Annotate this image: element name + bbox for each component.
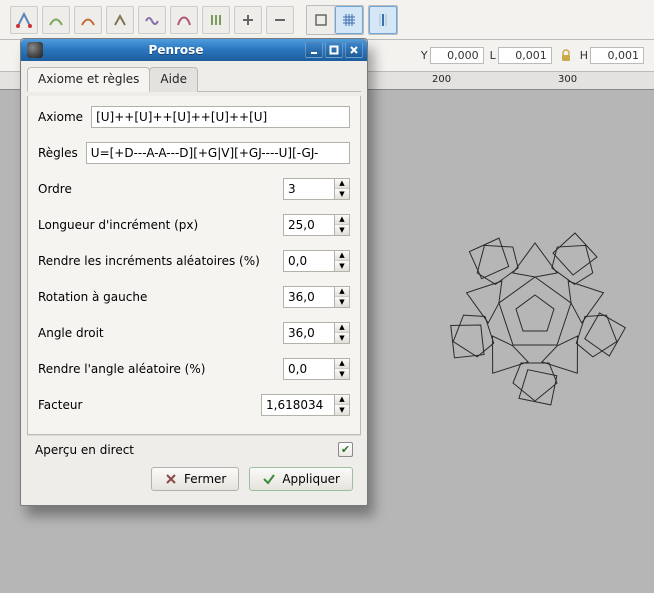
window-title: Penrose bbox=[47, 43, 305, 57]
tabs: Axiome et règles Aide bbox=[27, 67, 361, 92]
lock-icon[interactable] bbox=[558, 48, 574, 64]
spin-up-icon[interactable]: ▲ bbox=[335, 359, 349, 369]
status-l-label: L bbox=[490, 49, 496, 62]
status-h-value[interactable]: 0,001 bbox=[590, 47, 644, 64]
view-toggle-group-a bbox=[306, 5, 364, 35]
increment-spin[interactable]: ▲▼ bbox=[283, 214, 350, 236]
tab-axiom-rules[interactable]: Axiome et règles bbox=[27, 67, 150, 92]
left-rotation-spin[interactable]: ▲▼ bbox=[283, 286, 350, 308]
right-angle-spin[interactable]: ▲▼ bbox=[283, 322, 350, 344]
tool-bars[interactable] bbox=[202, 6, 230, 34]
spin-down-icon[interactable]: ▼ bbox=[335, 333, 349, 343]
close-button-label: Fermer bbox=[184, 472, 226, 486]
app-icon bbox=[27, 42, 43, 58]
rand-angle-spin[interactable]: ▲▼ bbox=[283, 358, 350, 380]
close-button[interactable]: Fermer bbox=[151, 467, 239, 491]
increment-input[interactable] bbox=[283, 214, 335, 236]
spin-up-icon[interactable]: ▲ bbox=[335, 215, 349, 225]
tool-wave[interactable] bbox=[138, 6, 166, 34]
live-preview-row: Aperçu en direct bbox=[27, 435, 361, 461]
tool-sharpen[interactable] bbox=[106, 6, 134, 34]
maximize-button[interactable] bbox=[325, 42, 343, 58]
apply-button[interactable]: Appliquer bbox=[249, 467, 353, 491]
left-rotation-input[interactable] bbox=[283, 286, 335, 308]
status-h-label: H bbox=[580, 49, 588, 62]
rules-input[interactable] bbox=[86, 142, 350, 164]
factor-spin[interactable]: ▲▼ bbox=[261, 394, 350, 416]
rand-increments-label: Rendre les incréments aléatoires (%) bbox=[38, 254, 275, 268]
spin-up-icon[interactable]: ▲ bbox=[335, 323, 349, 333]
spin-down-icon[interactable]: ▼ bbox=[335, 225, 349, 235]
axiom-input[interactable] bbox=[91, 106, 350, 128]
spin-up-icon[interactable]: ▲ bbox=[335, 179, 349, 189]
tab-help[interactable]: Aide bbox=[149, 67, 198, 92]
penrose-fractal-render bbox=[430, 210, 640, 420]
top-toolbar bbox=[0, 0, 654, 40]
toggle-guides[interactable] bbox=[369, 6, 397, 34]
dialog-buttons: Fermer Appliquer bbox=[27, 461, 361, 499]
tool-node-edit[interactable] bbox=[10, 6, 38, 34]
spin-down-icon[interactable]: ▼ bbox=[335, 261, 349, 271]
close-icon bbox=[164, 472, 178, 486]
spin-down-icon[interactable]: ▼ bbox=[335, 189, 349, 199]
spin-up-icon[interactable]: ▲ bbox=[335, 395, 349, 405]
live-preview-label: Aperçu en direct bbox=[35, 443, 338, 457]
factor-label: Facteur bbox=[38, 398, 253, 412]
axiom-rules-panel: Axiome Règles Ordre ▲▼ Longueur d'incrém… bbox=[27, 96, 361, 435]
tool-plus[interactable] bbox=[234, 6, 262, 34]
status-l-value[interactable]: 0,001 bbox=[498, 47, 552, 64]
penrose-dialog: Penrose Axiome et règles Aide Axiome Règ… bbox=[20, 38, 368, 506]
minimize-button[interactable] bbox=[305, 42, 323, 58]
toggle-outline[interactable] bbox=[307, 6, 335, 34]
spin-down-icon[interactable]: ▼ bbox=[335, 405, 349, 415]
check-icon bbox=[262, 472, 276, 486]
rand-increments-spin[interactable]: ▲▼ bbox=[283, 250, 350, 272]
titlebar[interactable]: Penrose bbox=[21, 39, 367, 61]
close-window-button[interactable] bbox=[345, 42, 363, 58]
rand-angle-input[interactable] bbox=[283, 358, 335, 380]
spin-down-icon[interactable]: ▼ bbox=[335, 369, 349, 379]
ruler-tick: 200 bbox=[432, 74, 451, 85]
spin-up-icon[interactable]: ▲ bbox=[335, 251, 349, 261]
tool-bar-h[interactable] bbox=[266, 6, 294, 34]
status-y-value[interactable]: 0,000 bbox=[430, 47, 484, 64]
order-spin[interactable]: ▲▼ bbox=[283, 178, 350, 200]
axiom-label: Axiome bbox=[38, 110, 83, 124]
apply-button-label: Appliquer bbox=[282, 472, 340, 486]
factor-input[interactable] bbox=[261, 394, 335, 416]
order-label: Ordre bbox=[38, 182, 275, 196]
rand-angle-label: Rendre l'angle aléatoire (%) bbox=[38, 362, 275, 376]
spin-up-icon[interactable]: ▲ bbox=[335, 287, 349, 297]
spin-down-icon[interactable]: ▼ bbox=[335, 297, 349, 307]
toggle-grid[interactable] bbox=[335, 6, 363, 34]
status-y-label: Y bbox=[421, 49, 428, 62]
live-preview-checkbox[interactable] bbox=[338, 442, 353, 457]
rand-increments-input[interactable] bbox=[283, 250, 335, 272]
right-angle-input[interactable] bbox=[283, 322, 335, 344]
increment-label: Longueur d'incrément (px) bbox=[38, 218, 275, 232]
rules-label: Règles bbox=[38, 146, 78, 160]
tool-bezier[interactable] bbox=[170, 6, 198, 34]
right-angle-label: Angle droit bbox=[38, 326, 275, 340]
ruler-tick: 300 bbox=[558, 74, 577, 85]
view-toggle-group-b bbox=[368, 5, 398, 35]
order-input[interactable] bbox=[283, 178, 335, 200]
left-rotation-label: Rotation à gauche bbox=[38, 290, 275, 304]
tool-curve-a[interactable] bbox=[42, 6, 70, 34]
tool-curve-b[interactable] bbox=[74, 6, 102, 34]
